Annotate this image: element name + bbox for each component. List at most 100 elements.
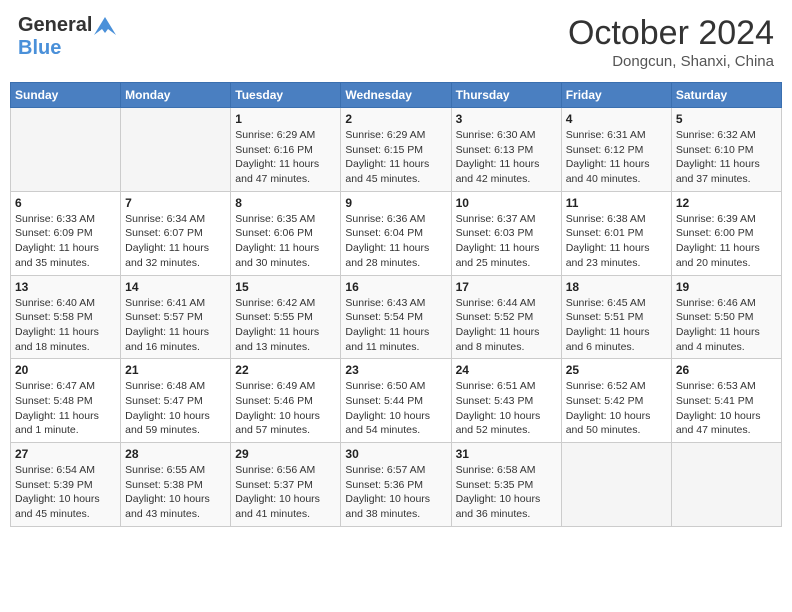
calendar-cell: 9 Sunrise: 6:36 AM Sunset: 6:04 PM Daylig… (341, 191, 451, 275)
calendar-cell: 11 Sunrise: 6:38 AM Sunset: 6:01 PM Dayli… (561, 191, 671, 275)
day-number: 23 (345, 363, 446, 377)
day-number: 17 (456, 280, 557, 294)
day-info: Sunrise: 6:33 AM Sunset: 6:09 PM Dayligh… (15, 212, 116, 271)
calendar-cell: 6Sunrise: 6:33 AM Sunset: 6:09 PM Daylig… (11, 191, 121, 275)
calendar-cell: 31 Sunrise: 6:58 AM Sunset: 5:35 PM Dayli… (451, 443, 561, 527)
calendar-cell: 14 Sunrise: 6:41 AM Sunset: 5:57 PM Dayli… (121, 275, 231, 359)
day-info: Sunrise: 6:46 AM Sunset: 5:50 PM Dayligh… (676, 296, 777, 355)
day-number: 29 (235, 447, 336, 461)
day-number: 2 (345, 112, 446, 126)
day-info: Sunrise: 6:34 AM Sunset: 6:07 PM Dayligh… (125, 212, 226, 271)
day-number: 25 (566, 363, 667, 377)
logo-bird-icon (94, 17, 116, 35)
day-number: 28 (125, 447, 226, 461)
day-number: 3 (456, 112, 557, 126)
calendar-day-header: Sunday (11, 83, 121, 108)
day-info: Sunrise: 6:48 AM Sunset: 5:47 PM Dayligh… (125, 379, 226, 438)
day-number: 1 (235, 112, 336, 126)
page-header: General Blue October 2024 Dongcun, Shanx… (10, 10, 782, 74)
day-info: Sunrise: 6:29 AM Sunset: 6:16 PM Dayligh… (235, 128, 336, 187)
day-info: Sunrise: 6:50 AM Sunset: 5:44 PM Dayligh… (345, 379, 446, 438)
day-info: Sunrise: 6:35 AM Sunset: 6:06 PM Dayligh… (235, 212, 336, 271)
month-title: October 2024 (568, 14, 774, 53)
day-number: 27 (15, 447, 116, 461)
calendar-day-header: Monday (121, 83, 231, 108)
logo-blue-text: Blue (18, 37, 61, 59)
calendar-cell: 21 Sunrise: 6:48 AM Sunset: 5:47 PM Dayli… (121, 359, 231, 443)
calendar-cell: 5 Sunrise: 6:32 AM Sunset: 6:10 PM Daylig… (671, 108, 781, 192)
day-info: Sunrise: 6:30 AM Sunset: 6:13 PM Dayligh… (456, 128, 557, 187)
day-info: Sunrise: 6:53 AM Sunset: 5:41 PM Dayligh… (676, 379, 777, 438)
day-info: Sunrise: 6:57 AM Sunset: 5:36 PM Dayligh… (345, 463, 446, 522)
calendar-cell: 15 Sunrise: 6:42 AM Sunset: 5:55 PM Dayli… (231, 275, 341, 359)
day-number: 9 (345, 196, 446, 210)
day-info: Sunrise: 6:42 AM Sunset: 5:55 PM Dayligh… (235, 296, 336, 355)
day-number: 4 (566, 112, 667, 126)
title-area: October 2024 Dongcun, Shanxi, China (568, 14, 774, 70)
day-number: 11 (566, 196, 667, 210)
calendar-cell: 29 Sunrise: 6:56 AM Sunset: 5:37 PM Dayli… (231, 443, 341, 527)
calendar-cell: 28 Sunrise: 6:55 AM Sunset: 5:38 PM Dayli… (121, 443, 231, 527)
day-info: Sunrise: 6:43 AM Sunset: 5:54 PM Dayligh… (345, 296, 446, 355)
calendar-day-header: Friday (561, 83, 671, 108)
day-info: Sunrise: 6:37 AM Sunset: 6:03 PM Dayligh… (456, 212, 557, 271)
calendar-cell (671, 443, 781, 527)
calendar-cell: 26 Sunrise: 6:53 AM Sunset: 5:41 PM Dayli… (671, 359, 781, 443)
day-info: Sunrise: 6:45 AM Sunset: 5:51 PM Dayligh… (566, 296, 667, 355)
day-number: 10 (456, 196, 557, 210)
calendar-day-header: Thursday (451, 83, 561, 108)
day-info: Sunrise: 6:36 AM Sunset: 6:04 PM Dayligh… (345, 212, 446, 271)
calendar-cell: 19Sunrise: 6:46 AM Sunset: 5:50 PM Dayli… (671, 275, 781, 359)
day-number: 31 (456, 447, 557, 461)
day-info: Sunrise: 6:54 AM Sunset: 5:39 PM Dayligh… (15, 463, 116, 522)
location-title: Dongcun, Shanxi, China (568, 53, 774, 70)
calendar-day-header: Tuesday (231, 83, 341, 108)
calendar-day-header: Saturday (671, 83, 781, 108)
day-number: 14 (125, 280, 226, 294)
calendar-cell: 16 Sunrise: 6:43 AM Sunset: 5:54 PM Dayli… (341, 275, 451, 359)
day-number: 15 (235, 280, 336, 294)
day-number: 24 (456, 363, 557, 377)
day-number: 21 (125, 363, 226, 377)
calendar-cell: 17 Sunrise: 6:44 AM Sunset: 5:52 PM Dayli… (451, 275, 561, 359)
calendar-cell (11, 108, 121, 192)
calendar-cell: 1 Sunrise: 6:29 AM Sunset: 6:16 PM Daylig… (231, 108, 341, 192)
day-info: Sunrise: 6:41 AM Sunset: 5:57 PM Dayligh… (125, 296, 226, 355)
day-number: 30 (345, 447, 446, 461)
calendar-cell: 27 Sunrise: 6:54 AM Sunset: 5:39 PM Dayli… (11, 443, 121, 527)
day-number: 12 (676, 196, 777, 210)
calendar-cell: 18Sunrise: 6:45 AM Sunset: 5:51 PM Dayli… (561, 275, 671, 359)
calendar-cell: 4 Sunrise: 6:31 AM Sunset: 6:12 PM Daylig… (561, 108, 671, 192)
calendar-cell (561, 443, 671, 527)
day-info: Sunrise: 6:47 AM Sunset: 5:48 PM Dayligh… (15, 379, 116, 438)
day-number: 22 (235, 363, 336, 377)
calendar-cell: 22 Sunrise: 6:49 AM Sunset: 5:46 PM Dayli… (231, 359, 341, 443)
day-number: 26 (676, 363, 777, 377)
day-info: Sunrise: 6:51 AM Sunset: 5:43 PM Dayligh… (456, 379, 557, 438)
day-info: Sunrise: 6:44 AM Sunset: 5:52 PM Dayligh… (456, 296, 557, 355)
calendar-cell: 24 Sunrise: 6:51 AM Sunset: 5:43 PM Dayli… (451, 359, 561, 443)
day-number: 13 (15, 280, 116, 294)
day-number: 20 (15, 363, 116, 377)
logo-general-text: General (18, 14, 92, 37)
calendar-cell: 20 Sunrise: 6:47 AM Sunset: 5:48 PM Dayli… (11, 359, 121, 443)
day-info: Sunrise: 6:32 AM Sunset: 6:10 PM Dayligh… (676, 128, 777, 187)
calendar-cell: 30 Sunrise: 6:57 AM Sunset: 5:36 PM Dayli… (341, 443, 451, 527)
calendar-cell: 8 Sunrise: 6:35 AM Sunset: 6:06 PM Daylig… (231, 191, 341, 275)
day-info: Sunrise: 6:55 AM Sunset: 5:38 PM Dayligh… (125, 463, 226, 522)
calendar-cell: 23 Sunrise: 6:50 AM Sunset: 5:44 PM Dayli… (341, 359, 451, 443)
day-info: Sunrise: 6:29 AM Sunset: 6:15 PM Dayligh… (345, 128, 446, 187)
day-info: Sunrise: 6:39 AM Sunset: 6:00 PM Dayligh… (676, 212, 777, 271)
day-info: Sunrise: 6:58 AM Sunset: 5:35 PM Dayligh… (456, 463, 557, 522)
day-number: 5 (676, 112, 777, 126)
calendar-cell: 25Sunrise: 6:52 AM Sunset: 5:42 PM Dayli… (561, 359, 671, 443)
logo: General Blue (18, 14, 116, 60)
day-info: Sunrise: 6:56 AM Sunset: 5:37 PM Dayligh… (235, 463, 336, 522)
day-number: 7 (125, 196, 226, 210)
day-number: 8 (235, 196, 336, 210)
calendar-cell: 2 Sunrise: 6:29 AM Sunset: 6:15 PM Daylig… (341, 108, 451, 192)
day-info: Sunrise: 6:49 AM Sunset: 5:46 PM Dayligh… (235, 379, 336, 438)
day-number: 16 (345, 280, 446, 294)
day-info: Sunrise: 6:31 AM Sunset: 6:12 PM Dayligh… (566, 128, 667, 187)
day-info: Sunrise: 6:38 AM Sunset: 6:01 PM Dayligh… (566, 212, 667, 271)
